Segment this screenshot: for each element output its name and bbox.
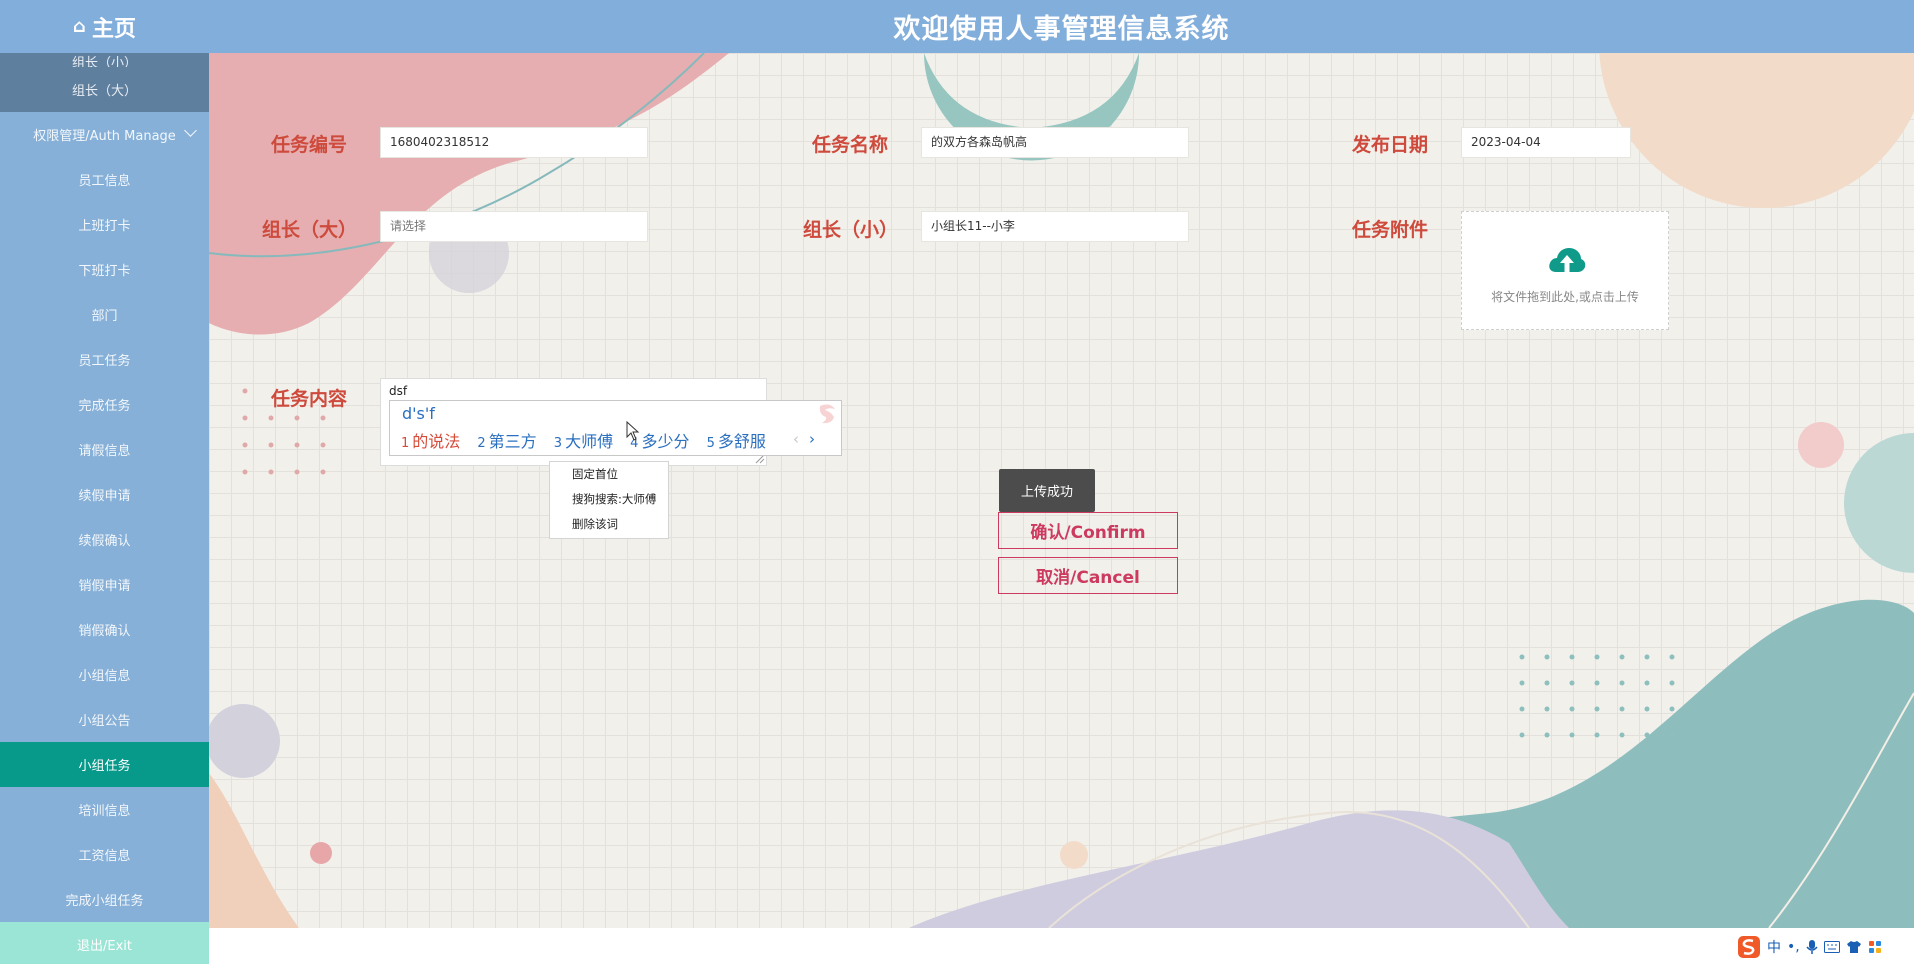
sidebar-item-leader-big[interactable]: 组长（大）: [0, 67, 209, 112]
sidebar-item-complete-group-tasks[interactable]: 完成小组任务: [0, 877, 209, 922]
sidebar-item-completed-tasks[interactable]: 完成任务: [0, 382, 209, 427]
chevron-down-icon: [184, 124, 197, 137]
punctuation-mode-indicator[interactable]: •,: [1787, 939, 1800, 955]
sidebar: 组长（小） 组长（大） 权限管理/Auth Manage 员工信息 上班打卡 下…: [0, 53, 209, 964]
sidebar-item-group-announcement[interactable]: 小组公告: [0, 697, 209, 742]
sidebar-item-salary-info[interactable]: 工资信息: [0, 832, 209, 877]
ime-candidate[interactable]: 2 第三方: [477, 432, 536, 451]
leader-big-select[interactable]: 请选择: [380, 211, 648, 242]
sidebar-section-auth-manage[interactable]: 权限管理/Auth Manage: [0, 112, 209, 157]
skin-shirt-icon[interactable]: [1846, 940, 1862, 954]
ime-context-menu: 固定首位 搜狗搜索:大师傅 删除该词: [549, 461, 669, 539]
ime-status-bar: 中 •,: [1737, 935, 1882, 959]
task-no-input[interactable]: 1680402318512: [380, 127, 648, 158]
mouse-cursor-icon: [626, 421, 640, 441]
bottom-strip: [209, 928, 1914, 964]
task-content-label: 任务内容: [271, 388, 348, 410]
publish-date-label: 发布日期: [1352, 134, 1429, 156]
leader-big-label: 组长（大）: [262, 219, 358, 241]
cloud-upload-icon: [1549, 248, 1586, 272]
ime-candidate-window: d's'f 1 的说法 2 第三方 3 大师傅 4 多少分 5 多舒服 ‹ ›: [389, 400, 842, 456]
toolbox-grid-icon[interactable]: [1868, 940, 1882, 954]
sidebar-item-training-info[interactable]: 培训信息: [0, 787, 209, 832]
sidebar-item-clock-in[interactable]: 上班打卡: [0, 202, 209, 247]
menu-item-sogou-search[interactable]: 搜狗搜索:大师傅: [572, 491, 656, 507]
sidebar-item-group-tasks[interactable]: 小组任务: [0, 742, 209, 787]
top-bar: ⌂ 主页 欢迎使用人事管理信息系统: [0, 0, 1914, 53]
cancel-button[interactable]: 取消/Cancel: [998, 557, 1178, 594]
attachment-label: 任务附件: [1352, 219, 1429, 241]
sidebar-item-employee-tasks[interactable]: 员工任务: [0, 337, 209, 382]
menu-item-pin-first[interactable]: 固定首位: [572, 466, 618, 482]
ime-candidate[interactable]: 5 多舒服: [707, 432, 766, 451]
task-name-label: 任务名称: [812, 134, 889, 156]
sidebar-item-leave-info[interactable]: 请假信息: [0, 427, 209, 472]
menu-item-delete-word[interactable]: 删除该词: [572, 516, 618, 532]
sidebar-item-clock-out[interactable]: 下班打卡: [0, 247, 209, 292]
sogou-logo-icon: [819, 404, 835, 424]
ime-candidate-list: 1 的说法 2 第三方 3 大师傅 4 多少分 5 多舒服: [401, 428, 778, 452]
upload-hint: 将文件拖到此处,或点击上传: [1491, 290, 1639, 304]
ime-mode-indicator[interactable]: 中: [1767, 937, 1781, 957]
sogou-s-icon[interactable]: [1737, 935, 1761, 959]
sidebar-item-leave-extension-request[interactable]: 续假申请: [0, 472, 209, 517]
task-no-label: 任务编号: [271, 134, 348, 156]
ime-candidate[interactable]: 3 大师傅: [554, 432, 613, 451]
confirm-button[interactable]: 确认/Confirm: [998, 512, 1178, 549]
sidebar-item-exit[interactable]: 退出/Exit: [0, 922, 209, 964]
home-link[interactable]: ⌂ 主页: [0, 0, 209, 53]
leader-small-label: 组长（小）: [803, 219, 899, 241]
keyboard-icon[interactable]: [1823, 941, 1840, 953]
sidebar-item-leave-cancel-confirm[interactable]: 销假确认: [0, 607, 209, 652]
publish-date-input[interactable]: 2023-04-04: [1461, 127, 1631, 158]
leader-small-select[interactable]: 小组长11--小李: [921, 211, 1189, 242]
sidebar-item-department[interactable]: 部门: [0, 292, 209, 337]
ime-page-arrows: ‹ ›: [793, 430, 815, 448]
task-content-value: dsf: [389, 384, 408, 398]
ime-next-page-icon[interactable]: ›: [809, 430, 815, 448]
attachment-upload-area[interactable]: 将文件拖到此处,或点击上传: [1461, 211, 1669, 330]
sidebar-item-leave-extension-confirm[interactable]: 续假确认: [0, 517, 209, 562]
microphone-icon[interactable]: [1806, 939, 1818, 955]
task-name-input[interactable]: 的双方各森岛帆高: [921, 127, 1189, 158]
page-title: 欢迎使用人事管理信息系统: [893, 14, 1230, 45]
ime-composition: d's'f: [402, 404, 435, 423]
upload-success-toast: 上传成功: [999, 469, 1095, 512]
sidebar-item-group-info[interactable]: 小组信息: [0, 652, 209, 697]
home-label: 主页: [91, 16, 136, 42]
ime-candidate[interactable]: 1 的说法: [401, 432, 460, 451]
home-icon: ⌂: [73, 16, 86, 37]
sidebar-item-leave-cancel-request[interactable]: 销假申请: [0, 562, 209, 607]
sidebar-item-employee-info[interactable]: 员工信息: [0, 157, 209, 202]
ime-prev-page-icon[interactable]: ‹: [793, 430, 799, 448]
